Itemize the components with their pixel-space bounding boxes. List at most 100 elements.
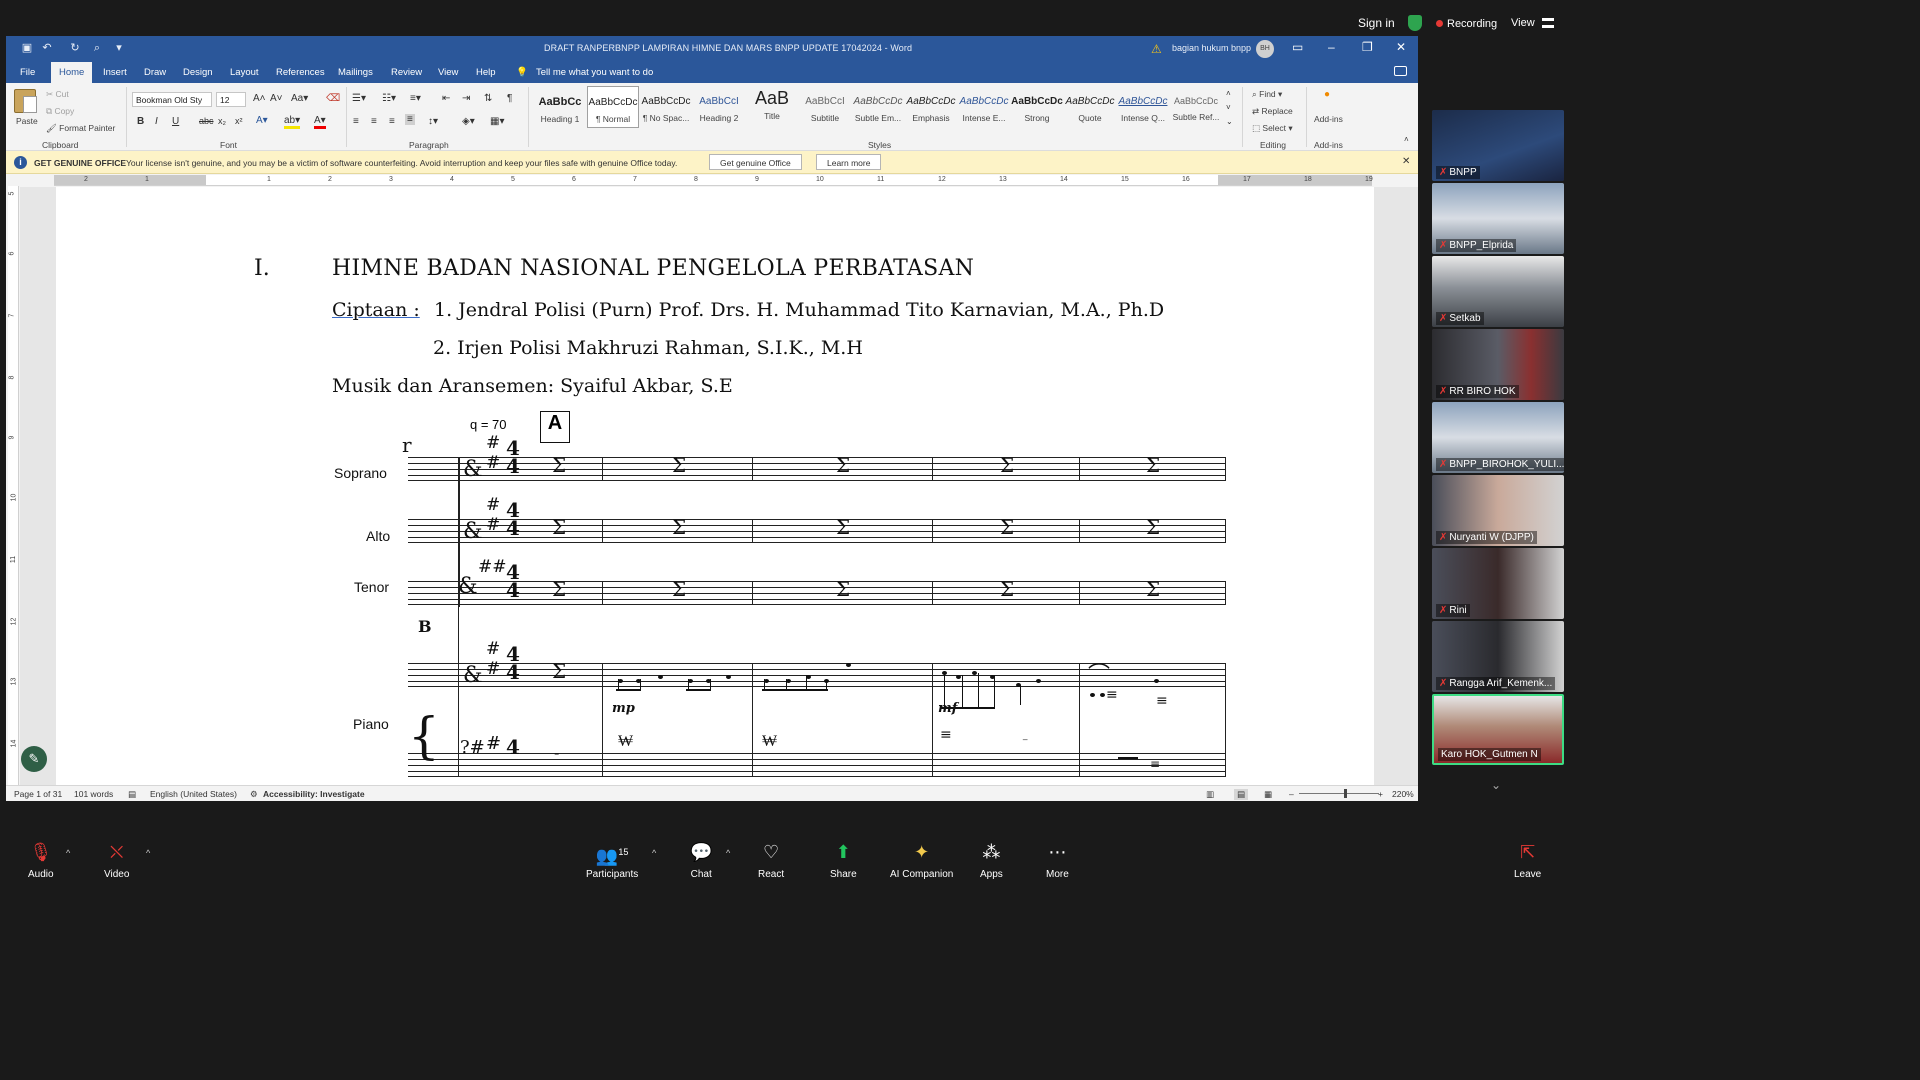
participant-tile-active-speaker[interactable]: Karo HOK_Gutmen N: [1432, 694, 1564, 765]
print-layout-icon[interactable]: ▤: [1234, 789, 1249, 800]
audio-options-chevron-icon[interactable]: ^: [66, 848, 70, 858]
document-page[interactable]: I. HIMNE BADAN NASIONAL PENGELOLA PERBAT…: [56, 187, 1374, 785]
increase-indent-icon[interactable]: ⇥: [462, 93, 470, 104]
styles-scroll-up-icon[interactable]: ˄: [1226, 89, 1231, 98]
strikethrough-button[interactable]: abc: [199, 116, 214, 126]
tab-mailings[interactable]: Mailings: [338, 67, 373, 78]
paste-icon[interactable]: [14, 89, 37, 113]
minimize-icon[interactable]: –: [1328, 40, 1335, 54]
zoom-slider-thumb[interactable]: [1344, 789, 1347, 798]
font-size-select[interactable]: 12: [216, 92, 246, 107]
line-spacing-icon[interactable]: ↕▾: [428, 116, 438, 127]
redo-icon[interactable]: ↻: [68, 41, 82, 55]
copy-button[interactable]: ⧉ Copy: [46, 106, 74, 117]
word-count[interactable]: 101 words: [74, 789, 113, 799]
leave-button[interactable]: ⇱ Leave: [1514, 840, 1541, 880]
subscript-button[interactable]: x₂: [218, 116, 226, 126]
tab-references[interactable]: References: [276, 67, 325, 78]
participant-tile[interactable]: ✗ RR BIRO HOK: [1432, 329, 1564, 400]
participants-options-chevron-icon[interactable]: ^: [652, 848, 656, 858]
participant-tile[interactable]: ✗ Rangga Arif_Kemenk...: [1432, 621, 1564, 692]
style-normal[interactable]: AaBbCcDc ¶ Normal: [587, 86, 639, 128]
select-button[interactable]: ⬚ Select ▾: [1252, 123, 1293, 134]
react-button[interactable]: ♡ React: [758, 840, 784, 880]
audio-button[interactable]: 🎙 Audio: [28, 840, 54, 880]
style-no-spacing[interactable]: AaBbCcDc ¶ No Spac...: [640, 86, 692, 128]
style-emphasis[interactable]: AaBbCcDc Emphasis: [905, 86, 957, 128]
format-painter-button[interactable]: 🖌 Format Painter: [46, 123, 115, 134]
decrease-indent-icon[interactable]: ⇤: [442, 93, 450, 104]
zoom-slider[interactable]: [1299, 793, 1379, 794]
chat-options-chevron-icon[interactable]: ^: [726, 848, 730, 858]
infobar-close-icon[interactable]: ✕: [1402, 156, 1410, 167]
print-preview-icon[interactable]: ⌕: [90, 41, 104, 55]
avatar[interactable]: BH: [1256, 40, 1274, 58]
font-color-icon[interactable]: A▾: [314, 115, 326, 129]
find-button[interactable]: ⌕ Find ▾: [1252, 89, 1282, 100]
accessibility-status[interactable]: Accessibility: Investigate: [263, 789, 365, 799]
security-shield-icon[interactable]: [1408, 15, 1422, 31]
zoom-in-icon[interactable]: +: [1378, 789, 1383, 799]
video-options-chevron-icon[interactable]: ^: [146, 848, 150, 858]
style-title[interactable]: AaB Title: [746, 86, 798, 128]
add-ins-button[interactable]: Add-ins: [1314, 114, 1343, 124]
warning-icon[interactable]: ⚠: [1151, 42, 1162, 56]
style-heading-2[interactable]: AaBbCcI Heading 2: [693, 86, 745, 128]
style-quote[interactable]: AaBbCcDc Quote: [1064, 86, 1116, 128]
tab-view[interactable]: View: [438, 67, 458, 78]
tell-me-search[interactable]: Tell me what you want to do: [536, 67, 653, 78]
customize-toolbar-icon[interactable]: ▾: [112, 41, 126, 55]
replace-button[interactable]: ⇄ Replace: [1252, 106, 1293, 117]
tab-help[interactable]: Help: [476, 67, 496, 78]
view-grid-icon[interactable]: [1542, 18, 1554, 28]
restore-icon[interactable]: ❐: [1362, 40, 1373, 54]
more-button[interactable]: ⋯ More: [1046, 840, 1069, 880]
styles-more-icon[interactable]: ⌄: [1226, 117, 1233, 126]
page-count[interactable]: Page 1 of 31: [14, 789, 62, 799]
highlight-icon[interactable]: ab▾: [284, 115, 301, 129]
participant-tile[interactable]: ✗ BNPP_Elprida: [1432, 183, 1564, 254]
proofing-icon[interactable]: ▤: [128, 789, 136, 800]
recording-indicator[interactable]: Recording: [1436, 18, 1497, 30]
account-name[interactable]: bagian hukum bnpp: [1172, 43, 1251, 53]
draw-pen-icon[interactable]: ✎: [21, 746, 47, 772]
participant-tile[interactable]: ✗ Nuryanti W (DJPP): [1432, 475, 1564, 546]
save-icon[interactable]: ▣: [20, 41, 34, 55]
tab-layout[interactable]: Layout: [230, 67, 259, 78]
participants-button[interactable]: 👥15 Participants: [586, 840, 638, 880]
sort-icon[interactable]: ⇅: [484, 93, 492, 104]
chat-button[interactable]: 💬 Chat: [690, 840, 712, 880]
borders-icon[interactable]: ▦▾: [490, 116, 504, 127]
apps-button[interactable]: ⁂ Apps: [980, 840, 1003, 880]
bullets-icon[interactable]: ☰▾: [352, 93, 366, 104]
participant-tile[interactable]: ✗ BNPP: [1432, 110, 1564, 181]
get-genuine-office-button[interactable]: Get genuine Office: [709, 154, 802, 170]
superscript-button[interactable]: x²: [235, 116, 243, 126]
ribbon-display-icon[interactable]: ▭: [1292, 40, 1303, 54]
read-mode-icon[interactable]: ▥: [1206, 789, 1214, 800]
styles-scroll-down-icon[interactable]: ˅: [1226, 103, 1231, 112]
share-button[interactable]: ⬆ Share: [830, 840, 857, 880]
undo-icon[interactable]: ↶: [40, 41, 54, 55]
learn-more-button[interactable]: Learn more: [816, 154, 882, 170]
shrink-font-icon[interactable]: A˅: [270, 93, 283, 104]
participant-tile[interactable]: ✗ Setkab: [1432, 256, 1564, 327]
participant-tile[interactable]: ✗ BNPP_BIROHOK_YULI...: [1432, 402, 1564, 473]
style-strong[interactable]: AaBbCcDc Strong: [1011, 86, 1063, 128]
horizontal-ruler[interactable]: 2 1 1 2 3 4 5 6 7 8 9 10 11 12 13 14 15 …: [54, 175, 1373, 186]
style-subtle-reference[interactable]: AaBbCcDc Subtle Ref...: [1170, 86, 1222, 128]
zoom-out-icon[interactable]: –: [1289, 789, 1294, 799]
tab-file[interactable]: File: [20, 67, 35, 78]
sign-in-button[interactable]: Sign in: [1358, 16, 1395, 30]
style-subtle-emphasis[interactable]: AaBbCcDc Subtle Em...: [852, 86, 904, 128]
justify-icon[interactable]: ≡: [405, 114, 415, 125]
multilevel-list-icon[interactable]: ≡▾: [410, 93, 421, 104]
style-intense-emphasis[interactable]: AaBbCcDc Intense E...: [958, 86, 1010, 128]
underline-button[interactable]: U: [172, 116, 179, 127]
change-case-icon[interactable]: Aa▾: [291, 93, 308, 104]
align-left-icon[interactable]: ≡: [353, 116, 359, 127]
style-heading-1[interactable]: AaBbCc Heading 1: [534, 86, 586, 128]
web-layout-icon[interactable]: ▦: [1264, 789, 1272, 800]
font-name-select[interactable]: Bookman Old Sty: [132, 92, 212, 107]
add-ins-icon[interactable]: ●: [1324, 89, 1330, 100]
